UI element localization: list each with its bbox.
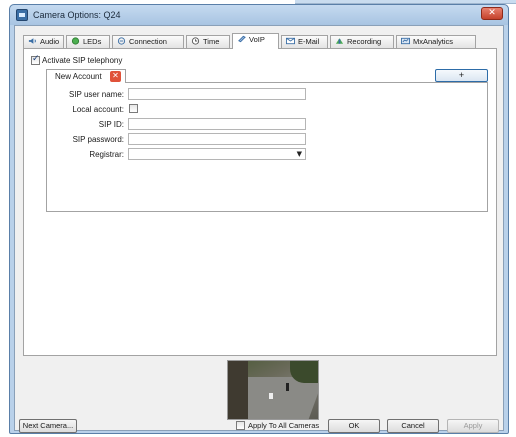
- app-icon: [16, 9, 28, 21]
- apply-all-cameras-checkbox[interactable]: [236, 421, 245, 430]
- sip-id-label: SIP ID:: [98, 120, 124, 129]
- local-account-checkbox[interactable]: [129, 104, 138, 113]
- tab-leds[interactable]: LEDs: [66, 35, 110, 48]
- sip-id-input[interactable]: [128, 118, 306, 130]
- sip-password-input[interactable]: [128, 133, 306, 145]
- speaker-icon: [28, 38, 36, 44]
- chevron-down-icon: ▼: [296, 150, 302, 158]
- close-window-button[interactable]: ✕: [481, 7, 503, 20]
- apply-all-cameras-label: Apply To All Cameras: [248, 421, 320, 430]
- sip-user-name-label: SIP user name:: [69, 90, 124, 99]
- tab-label: VoIP: [249, 35, 265, 44]
- mail-icon: [286, 37, 295, 45]
- account-tab-label: New Account: [55, 72, 102, 81]
- ok-button[interactable]: OK: [328, 419, 380, 433]
- next-camera-button[interactable]: Next Camera...: [19, 419, 77, 433]
- registrar-label: Registrar:: [89, 150, 124, 159]
- title-bar[interactable]: Camera Options: Q24 ✕: [10, 5, 508, 25]
- phone-icon: [238, 35, 246, 43]
- cancel-button[interactable]: Cancel: [387, 419, 439, 433]
- tab-audio[interactable]: Audio: [23, 35, 64, 48]
- tab-label: LEDs: [83, 37, 102, 46]
- sip-password-label: SIP password:: [72, 135, 124, 144]
- tab-recording[interactable]: Recording: [330, 35, 394, 48]
- tab-label: Time: [203, 37, 220, 46]
- add-account-button[interactable]: +: [435, 69, 488, 82]
- registrar-dropdown[interactable]: ▼: [128, 148, 306, 160]
- analytics-icon: [401, 37, 410, 45]
- clock-icon: [191, 37, 200, 45]
- tab-connection[interactable]: Connection: [112, 35, 184, 48]
- tab-email[interactable]: E-Mail: [281, 35, 328, 48]
- close-account-icon[interactable]: ✕: [110, 71, 121, 82]
- window-title: Camera Options: Q24: [33, 10, 121, 20]
- camera-preview-image: [227, 360, 319, 420]
- local-account-label: Local account:: [72, 105, 124, 114]
- voip-panel: Activate SIP telephony New Account ✕ + S…: [23, 48, 497, 356]
- account-tab[interactable]: New Account ✕: [46, 69, 126, 83]
- tab-label: MxAnalytics: [413, 37, 454, 46]
- tab-mxanalytics[interactable]: MxAnalytics: [396, 35, 476, 48]
- tab-label: E-Mail: [298, 37, 320, 46]
- sip-user-name-input[interactable]: [128, 88, 306, 100]
- tab-voip[interactable]: VoIP: [232, 33, 279, 49]
- camera-options-window: Camera Options: Q24 ✕ Audio LEDs Connect…: [9, 4, 509, 434]
- tab-time[interactable]: Time: [186, 35, 230, 48]
- activate-sip-checkbox[interactable]: [31, 54, 40, 65]
- recording-icon: [335, 38, 344, 44]
- account-settings-pane: SIP user name: Local account: SIP ID: SI…: [46, 82, 488, 212]
- led-icon: [71, 37, 80, 45]
- activate-sip-label: Activate SIP telephony: [42, 56, 123, 65]
- dialog-body: Audio LEDs Connection Time VoIP E-Mail R…: [14, 25, 504, 433]
- apply-button[interactable]: Apply: [447, 419, 499, 433]
- tab-label: Audio: [40, 37, 60, 46]
- tab-label: Connection: [129, 37, 167, 46]
- tab-label: Recording: [347, 37, 382, 46]
- connection-icon: [117, 37, 126, 45]
